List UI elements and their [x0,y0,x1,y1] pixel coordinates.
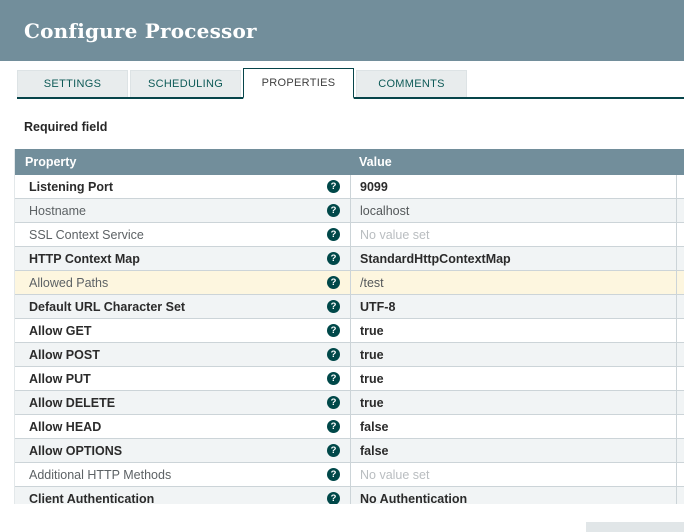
property-row[interactable]: Allow POST ? true [15,343,684,367]
help-icon[interactable]: ? [327,300,340,313]
table-gutter [676,175,684,198]
help-icon[interactable]: ? [327,444,340,457]
help-icon[interactable]: ? [327,468,340,481]
table-gutter [676,391,684,414]
tab-bar: SETTINGS SCHEDULING PROPERTIES COMMENTS [17,68,684,99]
table-gutter [676,199,684,222]
property-row[interactable]: Listening Port ? 9099 [15,175,684,199]
property-name: Allow GET [29,323,92,338]
property-row[interactable]: Allow GET ? true [15,319,684,343]
tab-settings[interactable]: SETTINGS [17,70,128,97]
property-name: Hostname [29,203,86,218]
property-value: No Authentication [360,491,468,505]
table-gutter [676,295,684,318]
property-value: true [360,371,384,386]
property-value: true [360,323,384,338]
tab-properties[interactable]: PROPERTIES [243,68,354,99]
property-row[interactable]: Default URL Character Set ? UTF-8 [15,295,684,319]
table-gutter [676,343,684,366]
property-name: SSL Context Service [29,227,144,242]
table-gutter [676,271,684,294]
tab-label: COMMENTS [378,78,445,90]
help-icon[interactable]: ? [327,276,340,289]
property-value: false [360,419,389,434]
help-icon[interactable]: ? [327,180,340,193]
property-row[interactable]: Allowed Paths ? /test [15,271,684,295]
property-name: Allow DELETE [29,395,116,410]
property-value: true [360,347,384,362]
table-gutter [676,463,684,486]
property-row[interactable]: Allow PUT ? true [15,367,684,391]
dialog-title: Configure Processor [24,18,257,43]
property-name: Listening Port [29,179,114,194]
dialog-titlebar: Configure Processor [0,0,684,61]
help-icon[interactable]: ? [327,420,340,433]
property-row[interactable]: Client Authentication ? No Authenticatio… [15,487,684,504]
property-row[interactable]: SSL Context Service ? No value set [15,223,684,247]
property-name: Allowed Paths [29,275,109,290]
property-value: /test [360,275,384,290]
table-gutter [676,487,684,504]
help-icon[interactable]: ? [327,252,340,265]
property-value: 9099 [360,179,388,194]
property-name: Allow POST [29,347,100,362]
property-value: false [360,443,389,458]
help-icon[interactable]: ? [327,324,340,337]
properties-table: Property Value Listening Port ? 9099 Hos… [14,149,684,504]
property-name: HTTP Context Map [29,251,140,266]
table-gutter [676,319,684,342]
property-name: Allow OPTIONS [29,443,123,458]
tab-label: SETTINGS [43,78,102,90]
partially-visible-button[interactable] [586,522,684,532]
help-icon[interactable]: ? [327,372,340,385]
help-icon[interactable]: ? [327,492,340,504]
property-name: Allow PUT [29,371,91,386]
table-gutter [676,439,684,462]
property-row[interactable]: Allow OPTIONS ? false [15,439,684,463]
table-gutter [676,223,684,246]
property-row[interactable]: Additional HTTP Methods ? No value set [15,463,684,487]
property-row[interactable]: Allow DELETE ? true [15,391,684,415]
property-value: UTF-8 [360,299,396,314]
property-row[interactable]: Allow HEAD ? false [15,415,684,439]
property-row[interactable]: Hostname ? localhost [15,199,684,223]
table-gutter [676,247,684,270]
property-name: Allow HEAD [29,419,102,434]
help-icon[interactable]: ? [327,204,340,217]
property-name: Client Authentication [29,491,155,505]
property-value: localhost [360,203,410,218]
property-value: No value set [360,467,430,482]
property-value: true [360,395,384,410]
help-icon[interactable]: ? [327,396,340,409]
property-row[interactable]: HTTP Context Map ? StandardHttpContextMa… [15,247,684,271]
table-gutter [676,415,684,438]
tab-label: SCHEDULING [147,78,224,90]
property-value: No value set [360,227,430,242]
table-header-row: Property Value [15,149,684,175]
help-icon[interactable]: ? [327,228,340,241]
tab-label: PROPERTIES [261,77,336,89]
help-icon[interactable]: ? [327,348,340,361]
table-body: Listening Port ? 9099 Hostname ? localho… [15,175,684,504]
property-value: StandardHttpContextMap [360,251,511,266]
required-field-label: Required field [24,120,108,134]
table-gutter [676,367,684,390]
column-header-property: Property [25,155,77,169]
tab-comments[interactable]: COMMENTS [356,70,467,97]
column-header-value: Value [359,155,392,169]
property-name: Additional HTTP Methods [29,467,172,482]
tab-scheduling[interactable]: SCHEDULING [130,70,241,97]
property-name: Default URL Character Set [29,299,186,314]
